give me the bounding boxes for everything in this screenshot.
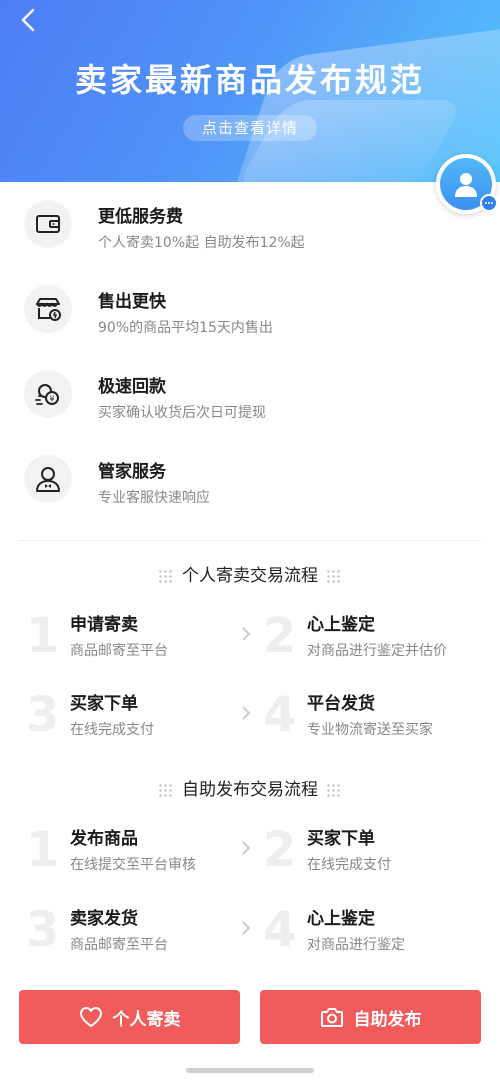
dots-decoration [326, 569, 342, 583]
chevron-right-icon [239, 918, 253, 938]
step-title: 心上鉴定 [307, 615, 375, 635]
self-flow-header: 自助发布交易流程 [0, 775, 500, 800]
chevron-right-icon [239, 838, 253, 858]
consign-button[interactable]: 个人寄卖 [19, 990, 240, 1044]
wallet-icon [24, 200, 72, 248]
step-desc: 专业物流寄送至买家 [307, 722, 433, 738]
dots-decoration [326, 783, 342, 797]
step-desc: 商品邮寄至平台 [70, 937, 168, 953]
consign-button-label: 个人寄卖 [112, 1009, 181, 1030]
step-title: 卖家发货 [70, 909, 138, 929]
step-title: 买家下单 [70, 694, 138, 714]
feature-title: 极速回款 [98, 377, 166, 397]
heart-icon [79, 1007, 102, 1027]
step-desc: 对商品进行鉴定并估价 [307, 643, 447, 659]
self-publish-button[interactable]: 自助发布 [260, 990, 481, 1044]
feature-item: ¥ 极速回款 买家确认收货后次日可提现 [0, 352, 500, 432]
flow-step: 3 卖家发货 商品邮寄至平台 [26, 900, 256, 970]
svg-text:¥: ¥ [50, 395, 55, 404]
step-desc: 在线提交至平台审核 [70, 857, 196, 873]
step-number: 3 [26, 687, 60, 743]
step-number: 2 [263, 822, 297, 878]
step-title: 平台发货 [307, 694, 375, 714]
flow-step: 2 心上鉴定 对商品进行鉴定并估价 [263, 606, 493, 676]
step-title: 买家下单 [307, 829, 375, 849]
store-icon [24, 285, 72, 333]
flow-step: 2 买家下单 在线完成支付 [263, 820, 493, 890]
camera-icon [320, 1008, 343, 1027]
butler-icon [24, 455, 72, 503]
flow-step: 4 平台发货 专业物流寄送至买家 [263, 685, 493, 755]
chevron-right-icon [239, 624, 253, 644]
dots-decoration [158, 569, 174, 583]
dots-decoration [158, 783, 174, 797]
feature-desc: 个人寄卖10%起 自助发布12%起 [98, 235, 305, 251]
self-publish-button-label: 自助发布 [353, 1009, 422, 1030]
coins-icon: ¥ [24, 370, 72, 418]
step-number: 2 [263, 608, 297, 664]
feature-item: 更低服务费 个人寄卖10%起 自助发布12%起 [0, 182, 500, 262]
step-desc: 在线完成支付 [307, 857, 391, 873]
step-title: 申请寄卖 [70, 615, 138, 635]
consign-flow-title: 个人寄卖交易流程 [182, 566, 318, 586]
step-number: 1 [26, 608, 60, 664]
flow-step: 1 申请寄卖 商品邮寄至平台 [26, 606, 256, 676]
step-number: 3 [26, 902, 60, 958]
step-desc: 商品邮寄至平台 [70, 643, 168, 659]
feature-title: 售出更快 [98, 292, 166, 312]
home-indicator[interactable] [186, 1068, 314, 1073]
feature-item: 售出更快 90%的商品平均15天内售出 [0, 267, 500, 347]
step-desc: 在线完成支付 [70, 722, 154, 738]
feature-desc: 专业客服快速响应 [98, 490, 210, 506]
back-button[interactable] [14, 6, 42, 34]
feature-title: 更低服务费 [98, 207, 183, 227]
consign-flow-header: 个人寄卖交易流程 [0, 561, 500, 586]
flow-step: 3 买家下单 在线完成支付 [26, 685, 256, 755]
chevron-left-icon [21, 8, 35, 32]
flow-step: 1 发布商品 在线提交至平台审核 [26, 820, 256, 890]
feature-item: 管家服务 专业客服快速响应 [0, 437, 500, 517]
feature-title: 管家服务 [98, 462, 166, 482]
step-number: 1 [26, 822, 60, 878]
step-number: 4 [263, 687, 297, 743]
banner-title: 卖家最新商品发布规范 [74, 61, 425, 99]
view-details-button[interactable]: 点击查看详情 [183, 115, 317, 141]
self-flow-title: 自助发布交易流程 [182, 780, 318, 800]
section-divider [18, 540, 482, 541]
feature-desc: 买家确认收货后次日可提现 [98, 405, 266, 421]
chevron-right-icon [239, 703, 253, 723]
flow-step: 4 心上鉴定 对商品进行鉴定 [263, 900, 493, 970]
feature-desc: 90%的商品平均15天内售出 [98, 320, 273, 336]
step-number: 4 [263, 902, 297, 958]
step-title: 发布商品 [70, 829, 138, 849]
header-banner: 卖家最新商品发布规范 点击查看详情 [0, 0, 500, 182]
step-desc: 对商品进行鉴定 [307, 937, 405, 953]
step-title: 心上鉴定 [307, 909, 375, 929]
